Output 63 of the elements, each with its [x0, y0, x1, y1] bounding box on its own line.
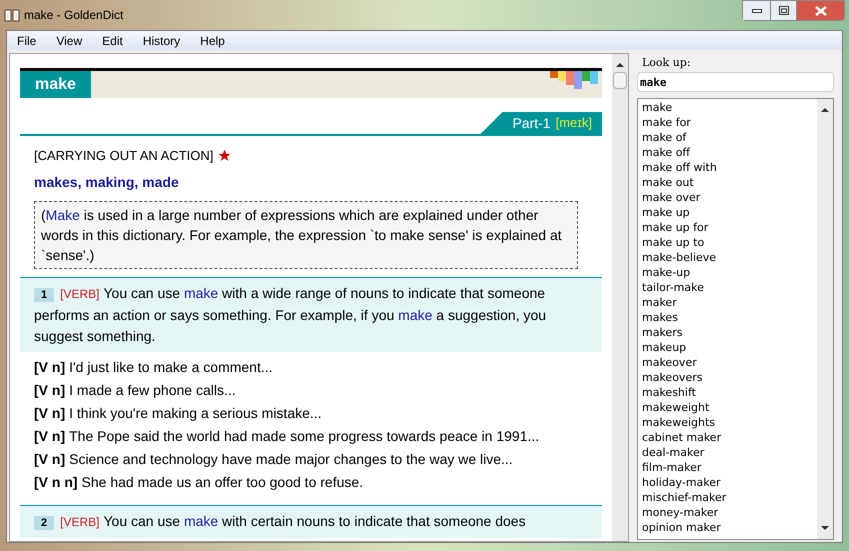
example-sentence: [V n n] She had made us an offer too good to refuse. [34, 472, 364, 492]
example-sentence: [V n] Science and technology have made major changes to the way we live... [34, 450, 514, 469]
example-sentence: [V n] I made a few phone calls... [34, 380, 237, 400]
scrollbar-thumb[interactable] [613, 72, 627, 89]
result-item[interactable]: make up to [642, 235, 704, 250]
look-up-label: Look up: [642, 55, 692, 71]
scroll-down-icon [821, 526, 829, 531]
result-item[interactable]: make-up [642, 265, 690, 280]
result-item[interactable]: makeweight [642, 400, 710, 415]
example-sentence: [V n] The Pope said the world had made some progress towards peace in 1991... [34, 426, 540, 446]
maximize-icon [778, 6, 788, 15]
menu-item[interactable]: Edit [95, 32, 130, 50]
result-item[interactable]: cabinet maker [642, 430, 722, 445]
menu-item[interactable]: File [10, 32, 44, 50]
result-item[interactable]: money-maker [642, 505, 718, 520]
result-item[interactable]: opinion maker [642, 520, 721, 535]
result-item[interactable]: tailor-make [642, 280, 704, 295]
result-item[interactable]: make up for [642, 220, 708, 235]
search-field[interactable]: make [637, 72, 834, 92]
result-item[interactable]: make-believe [642, 250, 716, 265]
result-item[interactable]: holiday-maker [642, 475, 721, 490]
result-item[interactable]: make of [642, 130, 686, 145]
scrollbar[interactable] [817, 99, 833, 539]
result-item[interactable]: makeovers [642, 370, 702, 385]
category-label: [CARRYING OUT AN ACTION] [34, 147, 214, 165]
scroll-up-icon [821, 107, 829, 112]
menu-item[interactable]: Help [193, 32, 232, 50]
result-item[interactable]: make off [642, 145, 690, 160]
result-item[interactable]: makeover [642, 355, 697, 370]
book-icon [4, 8, 20, 22]
result-item[interactable]: film-maker [642, 460, 702, 475]
scrollbar[interactable] [612, 54, 628, 541]
sense-definition: 1 [VERB] You can use make with a wide range of nouns to indicate that someone performs an action or says something. For example, if you make a suggestion, you suggest something. [20, 276, 602, 352]
result-item[interactable]: make [642, 100, 672, 115]
menu-item[interactable]: History [136, 32, 188, 50]
example-sentence: [V n] I'd just like to make a comment... [34, 358, 274, 377]
headword: make [20, 71, 91, 98]
result-item[interactable]: make for [642, 115, 691, 130]
minimize-button[interactable] [743, 1, 771, 20]
word-forms: makes, making, made [33, 172, 180, 192]
close-button[interactable] [797, 1, 844, 20]
result-item[interactable]: makeweights [642, 415, 716, 430]
window-title: make - GoldenDict [24, 7, 124, 24]
scroll-up-icon [616, 62, 624, 67]
result-item[interactable]: maker [642, 295, 677, 310]
result-item[interactable]: make over [642, 190, 700, 205]
sense-definition: 2 [VERB] You can use make with certain nouns to indicate that someone does [20, 504, 602, 538]
usage-note: (Make is used in a large number of expressions which are explained under other words in this dictionary. For example, the expression `to make sense' is explained at `sense'.) [34, 200, 578, 268]
star-icon [218, 149, 232, 162]
result-item[interactable]: make off with [642, 160, 717, 175]
result-item[interactable]: make up [642, 205, 690, 220]
result-item[interactable]: make out [642, 175, 694, 190]
maximize-button[interactable] [771, 1, 797, 20]
example-sentence: [V n] I think you're making a serious mistake... [34, 404, 323, 423]
result-item[interactable]: makeup [642, 340, 686, 355]
result-item[interactable]: deal-maker [642, 445, 704, 460]
close-icon [814, 6, 826, 16]
result-item[interactable]: makeshift [642, 385, 696, 400]
result-item[interactable]: makers [642, 325, 682, 340]
result-item[interactable]: mischief-maker [642, 490, 726, 505]
minimize-icon [752, 8, 762, 12]
menu-item[interactable]: View [49, 32, 90, 50]
result-item[interactable]: makes [642, 310, 678, 325]
